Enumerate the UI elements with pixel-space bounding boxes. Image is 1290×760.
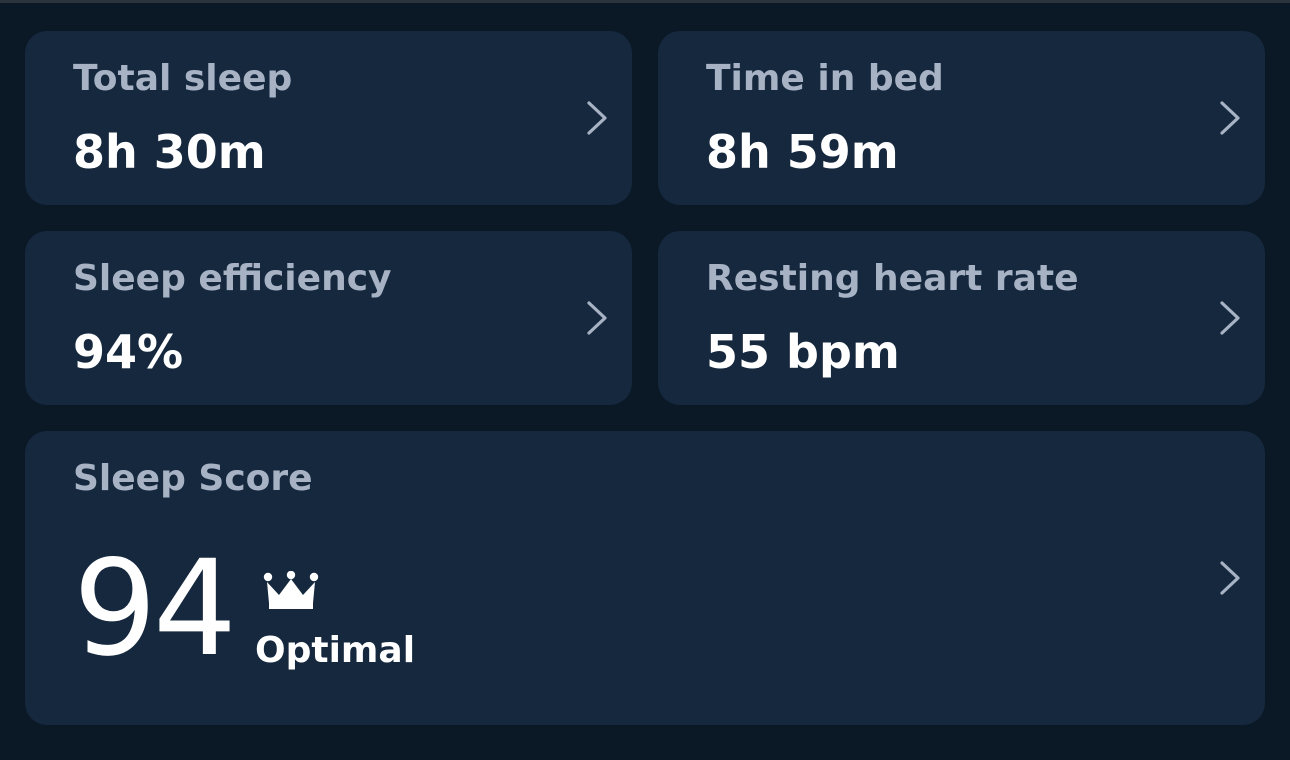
chevron-right-icon bbox=[1219, 100, 1241, 136]
time-in-bed-card[interactable]: Time in bed 8h 59m bbox=[658, 31, 1265, 205]
sleep-efficiency-value: 94% bbox=[73, 325, 184, 379]
chevron-right-icon bbox=[1219, 560, 1241, 596]
chevron-right-icon bbox=[586, 300, 608, 336]
top-divider bbox=[0, 0, 1290, 3]
sleep-score-value: 94 bbox=[73, 532, 237, 686]
sleep-score-card[interactable]: Sleep Score 94 Optimal bbox=[25, 431, 1265, 725]
resting-heart-rate-card[interactable]: Resting heart rate 55 bpm bbox=[658, 231, 1265, 405]
sleep-score-status: Optimal bbox=[255, 630, 416, 671]
resting-heart-rate-label: Resting heart rate bbox=[706, 258, 1079, 299]
time-in-bed-label: Time in bed bbox=[706, 58, 944, 99]
crown-icon bbox=[263, 571, 319, 611]
total-sleep-label: Total sleep bbox=[73, 58, 293, 99]
resting-heart-rate-value: 55 bpm bbox=[706, 325, 900, 379]
total-sleep-value: 8h 30m bbox=[73, 125, 266, 179]
time-in-bed-value: 8h 59m bbox=[706, 125, 899, 179]
chevron-right-icon bbox=[1219, 300, 1241, 336]
sleep-efficiency-label: Sleep efficiency bbox=[73, 258, 392, 299]
sleep-score-label: Sleep Score bbox=[73, 458, 313, 499]
total-sleep-card[interactable]: Total sleep 8h 30m bbox=[25, 31, 632, 205]
sleep-efficiency-card[interactable]: Sleep efficiency 94% bbox=[25, 231, 632, 405]
chevron-right-icon bbox=[586, 100, 608, 136]
